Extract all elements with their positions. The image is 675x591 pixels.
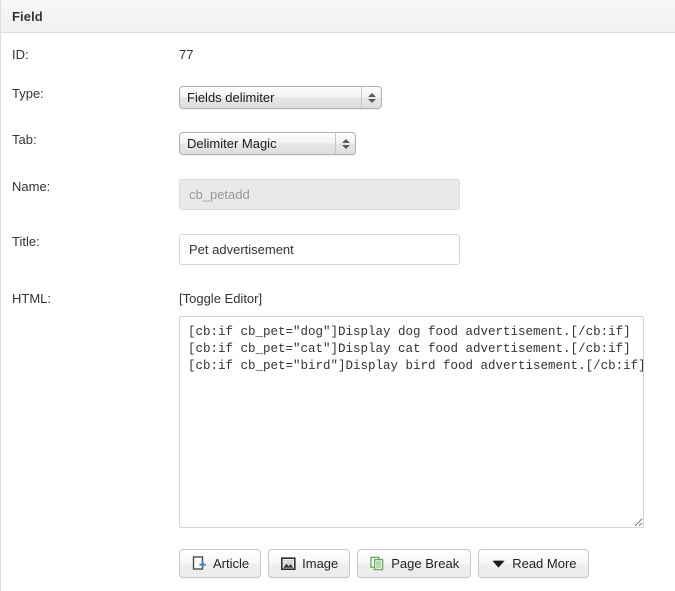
form-row-name: Name:: [1, 179, 675, 210]
html-editor-wrapper: [Toggle Editor] [cb:if cb_pet="dog"]Disp…: [179, 291, 675, 578]
editor-toolbar: Article Image Page Break Read More: [179, 549, 675, 578]
form-row-type: Type: Fields delimiter: [1, 86, 675, 109]
insert-read-more-label: Read More: [512, 556, 577, 571]
page-title: Field: [12, 8, 43, 24]
label-name: Name:: [12, 179, 51, 194]
name-input-wrapper: [179, 179, 675, 210]
article-page-plus-icon: [191, 556, 207, 572]
insert-article-label: Article: [213, 556, 250, 571]
label-html: HTML:: [12, 291, 51, 306]
label-type: Type:: [12, 86, 44, 101]
image-picture-icon: [280, 556, 296, 572]
type-select[interactable]: Fields delimiter: [179, 86, 382, 109]
page-break-copy-icon: [369, 556, 385, 572]
form-row-title: Title:: [1, 234, 675, 265]
label-id: ID:: [12, 47, 29, 62]
insert-page-break-button[interactable]: Page Break: [357, 549, 472, 578]
type-select-value: Fields delimiter: [187, 90, 275, 105]
field-panel: Field ID: 77 Type: Fields delimiter Tab:…: [0, 0, 675, 591]
form-row-tab: Tab: Delimiter Magic: [1, 132, 675, 155]
insert-page-break-label: Page Break: [391, 556, 460, 571]
tab-select-wrapper: Delimiter Magic: [179, 132, 675, 155]
tab-select[interactable]: Delimiter Magic: [179, 132, 356, 155]
chevron-down-icon: [490, 556, 506, 572]
panel-header: Field: [1, 0, 675, 33]
field-form: ID: 77 Type: Fields delimiter Tab: Delim…: [1, 33, 675, 578]
value-id-wrapper: 77: [179, 47, 675, 63]
insert-image-label: Image: [302, 556, 339, 571]
value-id: 77: [179, 47, 194, 62]
type-select-wrapper: Fields delimiter: [179, 86, 675, 109]
insert-article-button[interactable]: Article: [179, 549, 262, 578]
stepper-arrows-icon: [361, 87, 381, 108]
insert-read-more-button[interactable]: Read More: [478, 549, 589, 578]
tab-select-value: Delimiter Magic: [187, 136, 277, 151]
toggle-editor-link[interactable]: [Toggle Editor]: [179, 291, 262, 307]
name-input: [179, 179, 460, 210]
form-row-id: ID: 77: [1, 47, 675, 63]
label-tab: Tab:: [12, 132, 37, 147]
label-title: Title:: [12, 234, 40, 249]
title-input-wrapper: [179, 234, 675, 265]
insert-image-button[interactable]: Image: [268, 549, 351, 578]
stepper-arrows-icon: [335, 133, 355, 154]
form-row-html: HTML: [Toggle Editor] [cb:if cb_pet="dog…: [1, 291, 675, 578]
title-input[interactable]: [179, 234, 460, 265]
html-editor-textarea[interactable]: [cb:if cb_pet="dog"]Display dog food adv…: [179, 316, 644, 528]
